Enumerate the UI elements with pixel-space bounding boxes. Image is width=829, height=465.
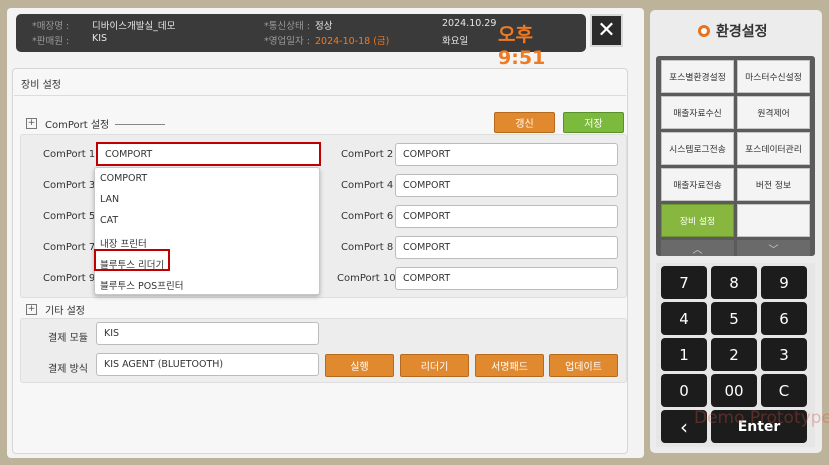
- comport-2-select[interactable]: COMPORT: [395, 143, 618, 166]
- menu-empty-slot: [737, 204, 810, 237]
- refresh-button[interactable]: 갱신: [494, 112, 555, 133]
- save-button[interactable]: 저장: [563, 112, 624, 133]
- key-00[interactable]: 00: [711, 374, 757, 407]
- comport-6-label: ComPort 6: [341, 211, 394, 222]
- key-4[interactable]: 4: [661, 302, 707, 335]
- dropdown-highlight-box: [94, 249, 170, 271]
- date-text: 2024.10.29: [442, 18, 497, 29]
- key-0[interactable]: 0: [661, 374, 707, 407]
- store-label: *매장명 :: [32, 21, 70, 32]
- menu-sales-send[interactable]: 매출자료전송: [661, 168, 734, 201]
- weekday-text: 화요일: [442, 36, 469, 47]
- comport-1-select[interactable]: COMPORT: [96, 142, 321, 166]
- comm-value: 정상: [315, 21, 333, 32]
- comport-9-label: ComPort 9: [43, 273, 96, 284]
- etc-section-label: 기타 설정: [45, 306, 85, 317]
- dropdown-option[interactable]: LAN: [100, 194, 119, 205]
- comport-7-label: ComPort 7: [43, 242, 96, 253]
- key-clear[interactable]: C: [761, 374, 807, 407]
- chevron-up-icon: ︿: [692, 244, 703, 256]
- chevron-left-icon: ‹: [680, 414, 688, 439]
- expand-icon: +: [26, 304, 37, 315]
- comport-4-label: ComPort 4: [341, 180, 394, 191]
- dropdown-option[interactable]: COMPORT: [100, 173, 147, 184]
- seller-label: *판매원 :: [32, 36, 70, 47]
- store-value: 디바이스개발실_데모: [92, 21, 176, 32]
- comport-2-label: ComPort 2: [341, 149, 394, 160]
- comm-label: *통신상태 :: [264, 21, 310, 32]
- menu-pos-settings[interactable]: 포스별환경설정: [661, 60, 734, 93]
- expand-icon: +: [26, 118, 37, 129]
- payment-module-label: 결제 모듈: [48, 333, 88, 344]
- bizdate-label: *영업일자 :: [264, 36, 310, 47]
- key-9[interactable]: 9: [761, 266, 807, 299]
- bizdate-value: 2024-10-18 (금): [315, 36, 390, 47]
- panel-divider: [14, 95, 626, 96]
- key-6[interactable]: 6: [761, 302, 807, 335]
- comport-3-label: ComPort 3: [43, 180, 96, 191]
- comport-section-title[interactable]: + ComPort 설정: [26, 116, 109, 131]
- demo-watermark: Demo Prototype: [694, 408, 829, 428]
- comport-10-label: ComPort 10: [337, 273, 396, 284]
- key-8[interactable]: 8: [711, 266, 757, 299]
- dropdown-option[interactable]: CAT: [100, 215, 118, 226]
- menu-sales-receive[interactable]: 매출자료수신: [661, 96, 734, 129]
- menu-system-log[interactable]: 시스템로그전송: [661, 132, 734, 165]
- close-icon: ✕: [597, 18, 616, 43]
- payment-method-label: 결제 방식: [48, 364, 88, 375]
- scroll-up-button[interactable]: ︿: [661, 240, 734, 256]
- comport-8-select[interactable]: COMPORT: [395, 236, 618, 259]
- run-button[interactable]: 실행: [325, 354, 394, 377]
- key-7[interactable]: 7: [661, 266, 707, 299]
- scroll-down-button[interactable]: ﹀: [737, 240, 810, 256]
- key-1[interactable]: 1: [661, 338, 707, 371]
- update-button[interactable]: 업데이트: [549, 354, 618, 377]
- seller-value: KIS: [92, 33, 108, 44]
- signpad-button[interactable]: 서명패드: [475, 354, 544, 377]
- settings-sidebar: 환경설정 포스별환경설정 마스터수신설정 매출자료수신 원격제어 시스템로그전송…: [650, 10, 822, 453]
- comport-1-dropdown: COMPORT LAN CAT 내장 프린터 블루투스 리더기 블루투스 POS…: [94, 167, 320, 295]
- sidebar-title: 환경설정: [698, 21, 768, 41]
- menu-equipment-settings[interactable]: 장비 설정: [661, 204, 734, 237]
- close-button[interactable]: ✕: [590, 14, 623, 47]
- sidebar-title-text: 환경설정: [716, 24, 768, 40]
- menu-pos-data[interactable]: 포스데이터관리: [737, 132, 810, 165]
- menu-remote-control[interactable]: 원격제어: [737, 96, 810, 129]
- dropdown-option[interactable]: 블루투스 POS프린터: [100, 278, 183, 292]
- chevron-down-icon: ﹀: [768, 244, 779, 256]
- comport-8-label: ComPort 8: [341, 242, 394, 253]
- comport-10-select[interactable]: COMPORT: [395, 267, 618, 290]
- status-header: *매장명 : 디바이스개발실_데모 *판매원 : KIS *통신상태 : 정상 …: [16, 14, 586, 69]
- key-3[interactable]: 3: [761, 338, 807, 371]
- etc-section-title[interactable]: + 기타 설정: [26, 302, 85, 317]
- payment-module-field[interactable]: KIS: [96, 322, 319, 345]
- key-5[interactable]: 5: [711, 302, 757, 335]
- comport-section-label: ComPort 설정: [45, 120, 110, 131]
- clock: 오후 9:51: [498, 24, 546, 69]
- comport-1-label: ComPort 1: [43, 149, 96, 160]
- settings-menu: 포스별환경설정 마스터수신설정 매출자료수신 원격제어 시스템로그전송 포스데이…: [656, 56, 815, 256]
- menu-master-receive[interactable]: 마스터수신설정: [737, 60, 810, 93]
- menu-version-info[interactable]: 버전 정보: [737, 168, 810, 201]
- panel-title: 장비 설정: [21, 80, 61, 91]
- comport-5-label: ComPort 5: [43, 211, 96, 222]
- dropdown-option[interactable]: 내장 프린터: [100, 236, 147, 250]
- key-2[interactable]: 2: [711, 338, 757, 371]
- comport-6-select[interactable]: COMPORT: [395, 205, 618, 228]
- payment-method-field[interactable]: KIS AGENT (BLUETOOTH): [96, 353, 319, 376]
- reader-button[interactable]: 리더기: [400, 354, 469, 377]
- comport-underline: [115, 124, 165, 125]
- comport-4-select[interactable]: COMPORT: [395, 174, 618, 197]
- radio-dot-icon: [698, 25, 710, 37]
